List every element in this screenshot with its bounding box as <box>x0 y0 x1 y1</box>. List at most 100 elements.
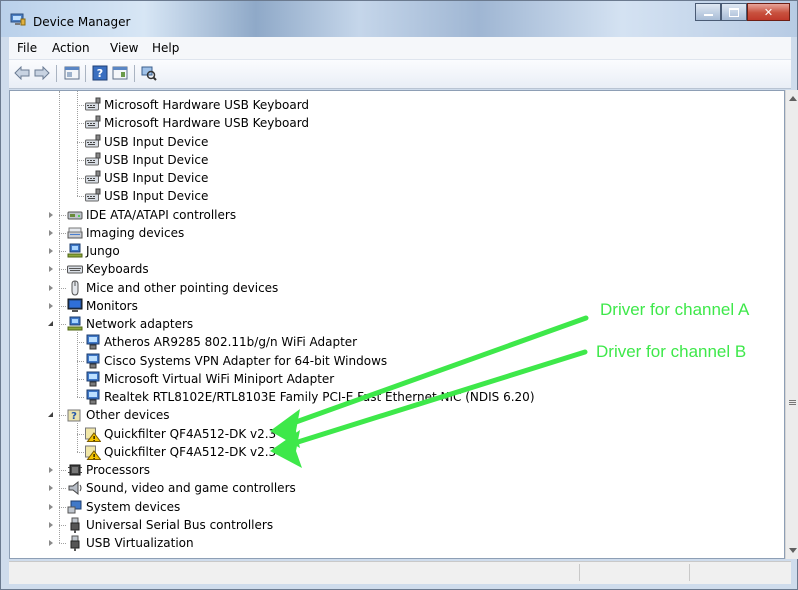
title-bar[interactable]: Device Manager ✕ <box>1 1 797 37</box>
device-category[interactable]: ? Other devices <box>67 406 170 424</box>
status-pane <box>689 564 690 581</box>
scroll-up-arrow-icon[interactable] <box>789 96 797 101</box>
device-item[interactable]: Microsoft Virtual WiFi Miniport Adapter <box>85 370 334 388</box>
tree-guide-line <box>77 91 78 197</box>
window-title: Device Manager <box>33 15 131 29</box>
device-item[interactable]: Cisco Systems VPN Adapter for 64-bit Win… <box>85 352 387 370</box>
tree-guide-line <box>77 159 84 161</box>
status-pane <box>579 564 580 581</box>
back-arrow-icon <box>14 66 30 80</box>
device-category[interactable]: Network adapters <box>67 315 193 333</box>
device-item[interactable]: USB Input Device <box>85 187 208 205</box>
forward-button[interactable] <box>33 65 51 81</box>
keyboard-device-icon <box>85 97 101 111</box>
network-computer-icon <box>67 243 83 258</box>
device-item[interactable]: USB Input Device <box>85 133 208 151</box>
annotation-channel-b: Driver for channel B <box>596 342 747 361</box>
device-item[interactable]: Quickfilter QF4A512-DK v2.3 <box>85 443 276 461</box>
device-manager-icon <box>10 13 26 26</box>
device-label: Jungo <box>86 244 120 258</box>
tree-guide-line <box>59 305 66 307</box>
device-category[interactable]: IDE ATA/ATAPI controllers <box>67 206 236 224</box>
menu-bar: File Action View Help <box>9 37 791 60</box>
network-adapter-icon <box>86 371 100 387</box>
forward-arrow-icon <box>34 66 50 80</box>
device-category[interactable]: USB Virtualization <box>67 534 194 552</box>
device-label: Other devices <box>86 408 170 423</box>
back-button[interactable] <box>13 65 31 81</box>
help-button[interactable]: ? <box>91 65 109 81</box>
menu-file[interactable]: File <box>17 41 37 55</box>
device-item[interactable]: USB Input Device <box>85 169 208 187</box>
system-device-icon <box>67 500 82 513</box>
device-item[interactable]: Microsoft Hardware USB Keyboard <box>85 114 309 132</box>
device-category[interactable]: Mice and other pointing devices <box>67 279 278 297</box>
maximize-button[interactable] <box>721 3 747 21</box>
vertical-scrollbar[interactable] <box>785 90 798 559</box>
collapsed-triangle-icon[interactable] <box>49 467 53 473</box>
device-item[interactable]: Microsoft Hardware USB Keyboard <box>85 96 309 114</box>
details-button[interactable] <box>111 65 129 81</box>
device-item[interactable]: Quickfilter QF4A512-DK v2.3 <box>85 425 276 443</box>
expanded-triangle-icon[interactable] <box>48 412 53 418</box>
menu-view[interactable]: View <box>110 41 138 55</box>
tree-guide-line <box>77 423 78 452</box>
collapsed-triangle-icon[interactable] <box>49 521 53 528</box>
device-label: Cisco Systems VPN Adapter for 64-bit Win… <box>104 353 388 368</box>
tree-guide-line <box>59 324 66 325</box>
collapsed-triangle-icon[interactable] <box>49 229 53 236</box>
device-label: Microsoft Hardware USB Keyboard <box>104 98 310 112</box>
details-icon <box>112 66 128 80</box>
device-category[interactable]: Universal Serial Bus controllers <box>67 516 273 534</box>
collapsed-triangle-icon[interactable] <box>49 248 53 254</box>
tree-guide-line <box>77 123 84 125</box>
warning-device-icon <box>85 427 101 442</box>
mouse-icon <box>71 279 79 296</box>
scan-hardware-icon <box>141 66 157 81</box>
close-button[interactable]: ✕ <box>747 3 790 21</box>
properties-icon <box>64 66 80 80</box>
maximize-icon <box>729 7 739 17</box>
scroll-thumb-grip-icon[interactable] <box>789 400 796 401</box>
tree-guide-line <box>59 91 60 543</box>
menu-action[interactable]: Action <box>52 41 90 55</box>
device-tree[interactable]: Microsoft Hardware USB Keyboard Microsoft… <box>9 90 785 559</box>
device-category[interactable]: Processors <box>67 461 150 479</box>
collapsed-triangle-icon[interactable] <box>49 284 53 291</box>
device-label: USB Input Device <box>104 134 209 149</box>
tree-guide-line <box>59 232 66 234</box>
collapsed-triangle-icon[interactable] <box>49 266 53 273</box>
tree-guide-line <box>77 378 84 380</box>
menu-help[interactable]: Help <box>152 41 179 55</box>
minimize-button[interactable] <box>695 3 721 21</box>
device-item[interactable]: Atheros AR9285 802.11b/g/n WiFi Adapter <box>85 333 357 351</box>
keyboard-device-icon <box>85 188 101 202</box>
device-category[interactable]: Sound, video and game controllers <box>67 479 296 497</box>
monitor-icon <box>67 298 83 312</box>
collapsed-triangle-icon[interactable] <box>49 302 53 309</box>
device-label: Universal Serial Bus controllers <box>86 517 274 532</box>
device-category[interactable]: Imaging devices <box>67 224 184 242</box>
tree-guide-line <box>59 524 66 526</box>
ide-controller-icon <box>67 211 83 219</box>
scan-hardware-button[interactable] <box>140 65 158 81</box>
device-category[interactable]: Monitors <box>67 297 138 315</box>
device-item[interactable]: USB Input Device <box>85 151 208 169</box>
properties-button[interactable] <box>63 65 81 81</box>
device-category[interactable]: Keyboards <box>67 260 149 278</box>
collapsed-triangle-icon[interactable] <box>49 503 53 510</box>
scroll-down-arrow-icon[interactable] <box>789 548 797 553</box>
scanner-icon <box>67 227 83 239</box>
collapsed-triangle-icon[interactable] <box>49 485 53 492</box>
expanded-triangle-icon[interactable] <box>48 321 53 326</box>
collapsed-triangle-icon[interactable] <box>49 540 53 546</box>
device-item[interactable]: Realtek RTL8102E/RTL8103E Family PCI-E F… <box>85 388 535 406</box>
collapsed-triangle-icon[interactable] <box>49 211 53 218</box>
svg-text:?: ? <box>71 411 77 422</box>
device-category[interactable]: Jungo <box>67 242 120 260</box>
tree-guide-line <box>59 415 66 417</box>
keyboard-device-icon <box>85 152 101 166</box>
device-category[interactable]: System devices <box>67 498 180 516</box>
usb-plug-icon <box>70 517 80 533</box>
tree-guide-line <box>77 178 84 179</box>
